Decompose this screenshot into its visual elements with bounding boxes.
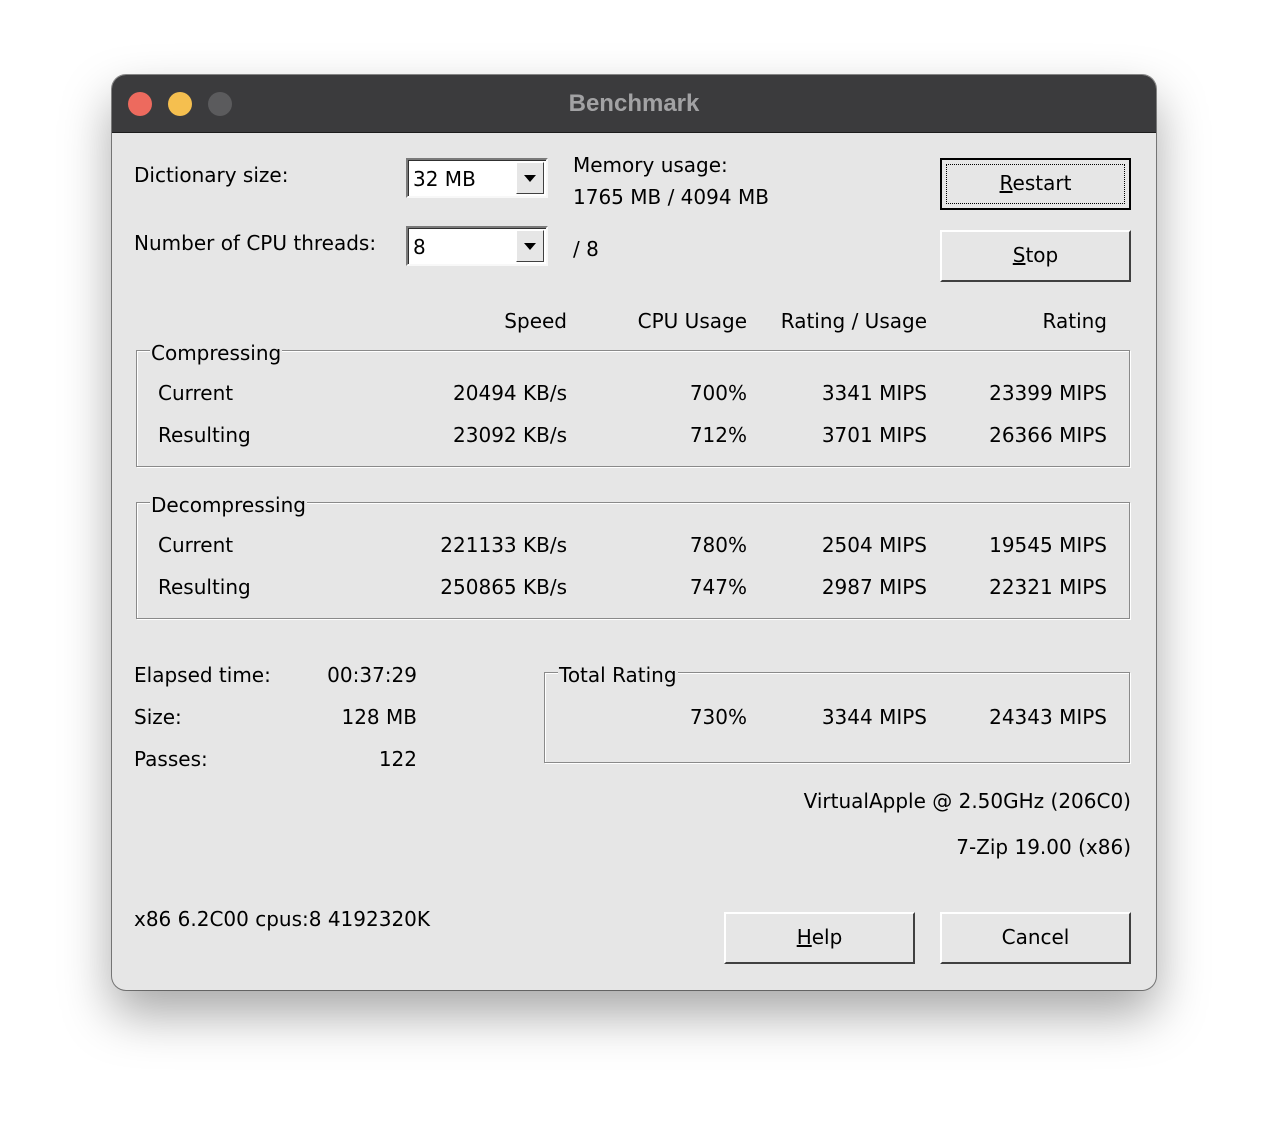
help-label: elp <box>811 925 843 949</box>
cpu-threads-dropdown-arrow-icon[interactable] <box>516 230 544 262</box>
dictionary-size-label: Dictionary size: <box>134 163 289 187</box>
decompressing-group <box>136 502 1130 619</box>
stop-button[interactable]: Stop <box>940 230 1131 282</box>
cpu-threads-total: / 8 <box>573 237 599 261</box>
decompressing-current-rating-usage: 2504 MIPS <box>821 533 927 557</box>
stop-hotkey: S <box>1012 243 1026 267</box>
total-rating-value: 24343 MIPS <box>989 705 1107 729</box>
header-cpu-usage: CPU Usage <box>637 309 747 333</box>
dictionary-size-select[interactable]: 32 MB <box>406 158 548 198</box>
compressing-resulting-speed: 23092 KB/s <box>453 423 567 447</box>
compressing-resulting-rating-usage: 3701 MIPS <box>821 423 927 447</box>
total-rating-usage: 3344 MIPS <box>821 705 927 729</box>
help-button[interactable]: Help <box>724 912 915 964</box>
cancel-button[interactable]: Cancel <box>940 912 1131 964</box>
header-rating-usage: Rating / Usage <box>780 309 927 333</box>
decompressing-title: Decompressing <box>150 493 307 517</box>
decompressing-current-speed: 221133 KB/s <box>440 533 567 557</box>
restart-label: estart <box>1012 171 1072 195</box>
compressing-current-label: Current <box>158 381 234 405</box>
dictionary-dropdown-arrow-icon[interactable] <box>516 162 544 194</box>
header-rating: Rating <box>1042 309 1107 333</box>
cpu-threads-label: Number of CPU threads: <box>134 231 377 255</box>
restart-button[interactable]: Restart <box>940 158 1131 210</box>
stop-label: top <box>1025 243 1059 267</box>
compressing-resulting-label: Resulting <box>158 423 251 447</box>
compressing-current-rating-usage: 3341 MIPS <box>821 381 927 405</box>
passes-label: Passes: <box>134 747 208 771</box>
size-value: 128 MB <box>341 705 417 729</box>
decompressing-resulting-cpu: 747% <box>689 575 747 599</box>
cpu-threads-value: 8 <box>413 235 426 259</box>
decompressing-resulting-rating-usage: 2987 MIPS <box>821 575 927 599</box>
memory-usage-value: 1765 MB / 4094 MB <box>573 185 769 209</box>
compressing-group <box>136 350 1130 467</box>
total-rating-title: Total Rating <box>558 663 678 687</box>
decompressing-current-rating: 19545 MIPS <box>989 533 1107 557</box>
cpu-threads-select[interactable]: 8 <box>406 226 548 266</box>
elapsed-time-value: 00:37:29 <box>327 663 417 687</box>
decompressing-current-label: Current <box>158 533 234 557</box>
decompressing-resulting-label: Resulting <box>158 575 251 599</box>
version-info: 7-Zip 19.00 (x86) <box>956 835 1131 859</box>
help-hotkey: H <box>796 925 812 949</box>
decompressing-current-cpu: 780% <box>689 533 747 557</box>
size-label: Size: <box>134 705 182 729</box>
decompressing-resulting-speed: 250865 KB/s <box>440 575 567 599</box>
dictionary-size-value: 32 MB <box>413 167 476 191</box>
header-speed: Speed <box>504 309 567 333</box>
compressing-resulting-cpu: 712% <box>689 423 747 447</box>
decompressing-resulting-rating: 22321 MIPS <box>989 575 1107 599</box>
passes-value: 122 <box>378 747 417 771</box>
compressing-current-rating: 23399 MIPS <box>989 381 1107 405</box>
compressing-resulting-rating: 26366 MIPS <box>989 423 1107 447</box>
cpu-info: VirtualApple @ 2.50GHz (206C0) <box>803 789 1131 813</box>
compressing-title: Compressing <box>150 341 283 365</box>
memory-usage-label: Memory usage: <box>573 153 728 177</box>
compressing-current-speed: 20494 KB/s <box>453 381 567 405</box>
elapsed-time-label: Elapsed time: <box>134 663 271 687</box>
compressing-current-cpu: 700% <box>689 381 747 405</box>
restart-hotkey: R <box>999 171 1013 195</box>
total-rating-cpu: 730% <box>689 705 747 729</box>
system-info: x86 6.2C00 cpus:8 4192320K <box>134 907 431 931</box>
benchmark-window: Benchmark Dictionary size: 32 MB Number … <box>112 75 1156 990</box>
cancel-label: Cancel <box>1001 925 1070 949</box>
window-title: Benchmark <box>568 90 700 117</box>
title-bar[interactable]: Benchmark <box>112 75 1156 133</box>
